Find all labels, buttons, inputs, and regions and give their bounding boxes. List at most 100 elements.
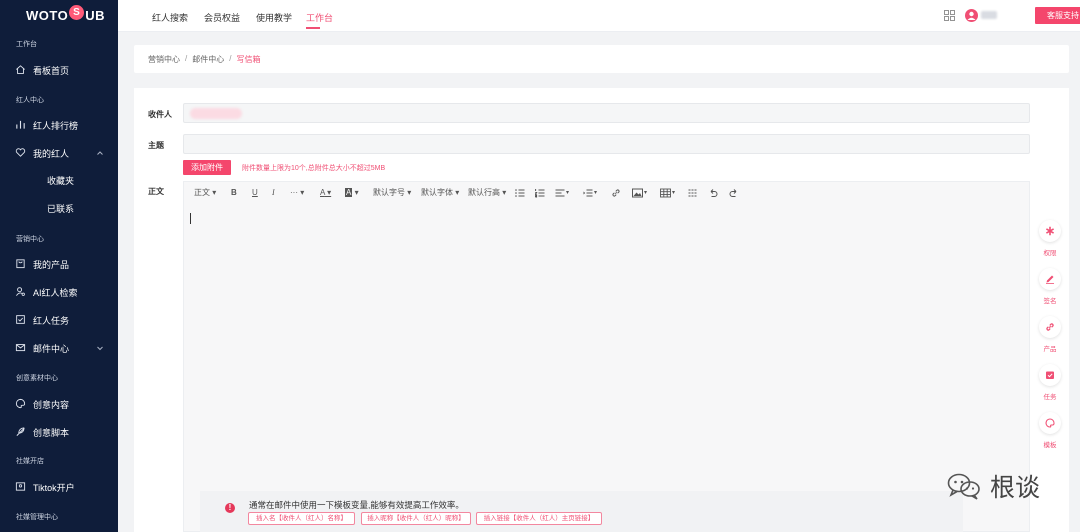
tool-product[interactable]: 产品: [1035, 316, 1065, 362]
font-size-select[interactable]: 默认字号 ▾: [373, 187, 411, 199]
section-social: 社媒开店: [16, 458, 44, 465]
table-icon[interactable]: [660, 187, 671, 199]
tab-membership[interactable]: 会员权益: [204, 11, 240, 24]
tool-template-label: 模板: [1043, 442, 1057, 449]
apps-grid-icon[interactable]: [944, 10, 955, 21]
link-icon: [1046, 323, 1054, 331]
sidebar-item-creative-content[interactable]: 创意内容: [0, 395, 118, 413]
section-influencer-center: 红人中心: [16, 97, 44, 104]
recipient-input[interactable]: [183, 103, 1030, 123]
recipient-chip-blurred[interactable]: [190, 108, 242, 119]
sidebar-item-dashboard[interactable]: 看板首页: [0, 61, 118, 79]
align-dropdown-icon[interactable]: ▾: [566, 187, 569, 199]
user-icon: [967, 11, 976, 20]
numbered-list-icon[interactable]: [535, 187, 545, 199]
rich-text-editor[interactable]: 正文 ▾ B U I ··· ▾ A ▾ A ▾ 默认字号 ▾ 默认字体 ▾ 默…: [183, 181, 1030, 532]
indent-icon[interactable]: [583, 187, 593, 199]
paragraph-select-label: 正文: [194, 188, 210, 197]
mail-icon: [15, 344, 26, 352]
more-button[interactable]: ··· ▾: [290, 187, 304, 199]
avatar[interactable]: [965, 9, 978, 22]
redo-icon[interactable]: [729, 187, 739, 199]
bullet-list-icon[interactable]: [515, 187, 525, 199]
line-height-label: 默认行高: [468, 188, 500, 197]
tab-workbench[interactable]: 工作台: [306, 11, 333, 24]
section-creative-center: 创意素材中心: [16, 375, 58, 382]
link-icon[interactable]: [611, 187, 621, 199]
tool-template[interactable]: 模板: [1035, 412, 1065, 458]
subject-input[interactable]: [183, 134, 1030, 154]
bar-chart-icon: [16, 120, 25, 129]
sidebar-item-my-influencers[interactable]: 我的红人: [0, 144, 118, 162]
sidebar-item-creative-script[interactable]: 创意脚本: [0, 423, 118, 441]
tool-task-circle: [1039, 364, 1061, 386]
sidebar-item-label: 我的红人: [33, 148, 70, 159]
sidebar-item-tiktok-shop[interactable]: Tiktok开户: [0, 478, 118, 496]
insert-name-variable-button[interactable]: 插入名【收件人（红人）名称】: [248, 512, 355, 525]
chevron-down-icon: [97, 346, 103, 351]
table-dropdown-icon[interactable]: ▾: [672, 187, 675, 199]
align-icon[interactable]: [555, 187, 565, 199]
sidebar-item-label: 看板首页: [33, 65, 70, 76]
more-button-label: ···: [290, 188, 298, 197]
breadcrumb: 营销中心 / 邮件中心 / 写信箱: [148, 54, 260, 65]
customer-service-button[interactable]: 客服支持: [1035, 7, 1080, 24]
app-logo[interactable]: WOTO S UB: [26, 4, 105, 26]
tab-tutorial[interactable]: 使用教学: [256, 11, 292, 24]
breadcrumb-mail[interactable]: 邮件中心: [192, 54, 224, 65]
tool-permission-label: 权限: [1043, 250, 1057, 257]
horizontal-rule-icon[interactable]: [688, 187, 698, 199]
sidebar-item-label: Tiktok开户: [33, 482, 75, 493]
tool-product-label: 产品: [1043, 346, 1057, 353]
section-marketing-center: 营销中心: [16, 236, 44, 243]
insert-link-variable-button[interactable]: 插入链接【收件人（红人）主页链接】: [476, 512, 602, 525]
tool-permission[interactable]: 权限: [1035, 220, 1065, 266]
add-attachment-button[interactable]: 添加附件: [183, 160, 231, 175]
tab-influencer-search[interactable]: 红人搜索: [152, 11, 188, 24]
chevron-up-icon: [97, 151, 103, 155]
logo-text-right: UB: [85, 7, 105, 23]
attachment-hint: 附件数量上限为10个,总附件总大小不超过5MB: [242, 165, 386, 172]
line-height-select[interactable]: 默认行高 ▾: [468, 187, 506, 199]
sidebar-item-tasks[interactable]: 红人任务: [0, 311, 118, 329]
breadcrumb-marketing[interactable]: 营销中心: [148, 54, 180, 65]
breadcrumb-separator: /: [185, 54, 188, 63]
tool-task[interactable]: 任务: [1035, 364, 1065, 410]
sidebar-item-ranking[interactable]: 红人排行榜: [0, 116, 118, 134]
user-name-blurred: [981, 11, 997, 19]
paragraph-select[interactable]: 正文 ▾: [194, 187, 216, 199]
asterisk-icon: [1045, 226, 1055, 236]
font-family-select[interactable]: 默认字体 ▾: [421, 187, 459, 199]
watermark-text: 根谈: [990, 473, 1041, 502]
sidebar-item-contacted[interactable]: 已联系: [0, 199, 118, 217]
heart-icon: [15, 148, 26, 157]
image-dropdown-icon[interactable]: ▾: [644, 187, 647, 199]
underline-button[interactable]: U: [252, 187, 258, 199]
image-icon[interactable]: [632, 187, 643, 199]
indent-dropdown-icon[interactable]: ▾: [594, 187, 597, 199]
sidebar-item-favorites[interactable]: 收藏夹: [0, 171, 118, 189]
pen-icon: [1046, 275, 1054, 284]
palette-icon: [15, 398, 26, 409]
sidebar-item-label: 红人排行榜: [33, 120, 79, 131]
background-color-label: A: [345, 188, 353, 197]
sidebar-item-ai-search[interactable]: AI红人检索: [0, 283, 118, 301]
sidebar-item-label: 邮件中心: [33, 343, 70, 354]
italic-button[interactable]: I: [272, 187, 275, 199]
background-color-button[interactable]: A ▾: [345, 187, 359, 199]
user-search-icon: [16, 287, 25, 296]
sidebar-item-mail-center[interactable]: 邮件中心: [0, 339, 118, 357]
section-workbench: 工作台: [16, 41, 37, 48]
undo-icon[interactable]: [708, 187, 718, 199]
sidebar-item-my-products[interactable]: 我的产品: [0, 255, 118, 273]
bold-button[interactable]: B: [231, 187, 237, 199]
tool-signature-label: 签名: [1043, 298, 1057, 305]
tool-signature[interactable]: 签名: [1035, 268, 1065, 314]
font-color-button[interactable]: A ▾: [320, 187, 331, 199]
insert-nickname-variable-button[interactable]: 插入昵称【收件人（红人）昵称】: [361, 512, 471, 525]
sidebar-item-label: AI红人检索: [33, 287, 78, 298]
font-family-label: 默认字体: [421, 188, 453, 197]
font-size-label: 默认字号: [373, 188, 405, 197]
account-card-icon: [15, 482, 26, 491]
sidebar: WOTO S UB 工作台 看板首页 红人中心 红人排行榜 我的红人 收藏夹 已联系…: [0, 0, 118, 532]
